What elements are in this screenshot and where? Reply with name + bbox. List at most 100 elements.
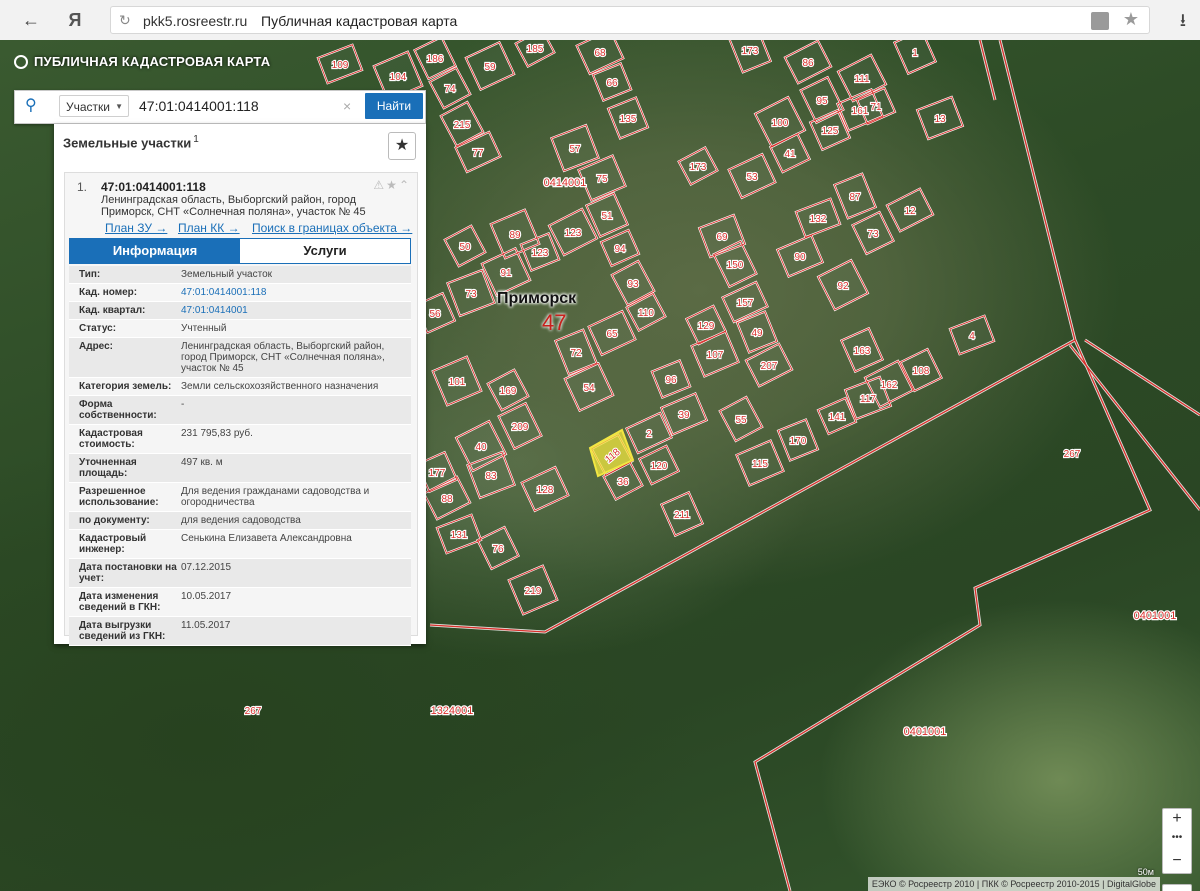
parcel-number-label: 101 (449, 377, 466, 388)
property-key: Форма собственности: (79, 399, 157, 421)
parcel-number-label: 161 (852, 106, 869, 117)
property-key: Дата выгрузки сведений из ГКН: (79, 620, 166, 642)
parcel-number-label: 87 (849, 192, 861, 203)
property-value[interactable]: 47:01:0414001 (181, 302, 411, 319)
parcel-number-label: 211 (674, 510, 690, 521)
parcel-number-label: 169 (500, 386, 517, 397)
tab-information[interactable]: Информация (70, 239, 240, 263)
parcel-number-label: 50 (459, 242, 471, 253)
parcel-number-label: 111 (854, 74, 870, 85)
results-count: 1 (193, 134, 199, 145)
property-row: Разрешенное использование: Для ведения гр… (69, 483, 411, 512)
region-label: 47 (542, 310, 567, 335)
parcel-number-label: 219 (525, 586, 542, 597)
properties-table: Тип: Земельный участок Кад. номер: 47:01:04… (69, 266, 411, 646)
parcel-number-label: 207 (761, 361, 778, 372)
property-row: Дата изменения сведений в ГКН: 10.05.2017 (69, 588, 411, 617)
result-cad-number[interactable]: 47:01:0414001:118 (101, 180, 206, 194)
bookmark-star-icon[interactable]: ★ (1123, 9, 1139, 30)
search-icon[interactable]: ⚲ (25, 98, 41, 114)
parcel-number-label: 72 (570, 348, 582, 359)
tab-services[interactable]: Услуги (240, 239, 410, 263)
find-button[interactable]: Найти (365, 93, 423, 119)
yandex-logo[interactable]: Я (62, 8, 88, 32)
search-bar: ⚲ Участки ▼ 47:01:0414001:118 × Найти (14, 90, 426, 124)
parcel-number-label: 55 (735, 415, 747, 426)
property-key: Адрес: (79, 341, 113, 352)
parcel-number-label: 90 (794, 252, 806, 263)
parcel-number-label: 170 (790, 436, 807, 447)
property-value: Ленинградская область, Выборгский район,… (181, 341, 385, 374)
property-key: Кадастровая стоимость: (79, 428, 143, 450)
parcel-number-label: 129 (698, 321, 715, 332)
category-select[interactable]: Участки ▼ (59, 95, 129, 117)
address-bar[interactable]: ↻ pkk5.rosreestr.ru Публичная кадастрова… (110, 6, 1150, 34)
parcel-number-label: 120 (651, 461, 668, 472)
property-value: для ведения садоводства (181, 515, 301, 526)
address-host: pkk5.rosreestr.ru (143, 13, 248, 29)
reload-icon[interactable]: ↻ (119, 12, 131, 29)
plan-zu-link[interactable]: План ЗУ → (105, 221, 167, 235)
app-title[interactable]: ПУБЛИЧНАЯ КАДАСТРОВАЯ КАРТА (14, 54, 270, 69)
property-key: Тип: (79, 269, 101, 280)
download-icon[interactable]: ⭳ (1180, 8, 1186, 38)
search-input[interactable]: 47:01:0414001:118 (139, 93, 349, 119)
property-row: по документу: для ведения садоводства (69, 512, 411, 530)
parcel-number-label: 69 (716, 232, 728, 243)
parcel-number-label: 51 (601, 211, 613, 222)
property-row: Статус: Учтенный (69, 320, 411, 338)
clear-icon[interactable]: × (343, 98, 351, 114)
rosreestr-logo-icon (14, 54, 28, 69)
property-key: Дата изменения сведений в ГКН: (79, 591, 161, 613)
property-row: Дата постановки на учет: 07.12.2015 (69, 559, 411, 588)
parcel-number-label: 157 (737, 298, 754, 309)
parcel-number-label: 53 (746, 172, 758, 183)
more-tools-button[interactable]: ••• (1162, 884, 1192, 891)
property-value[interactable]: 47:01:0414001:118 (181, 284, 411, 301)
card-action-icons[interactable]: ⚠★⌃ (373, 178, 411, 192)
parcel-number-label: 135 (620, 114, 637, 125)
parcel-number-label: 110 (638, 308, 654, 319)
search-in-bounds-link[interactable]: Поиск в границах объекта → (252, 221, 412, 235)
parcel-number-label: 215 (454, 120, 471, 131)
property-row: Кад. номер: 47:01:0414001:118 (69, 284, 411, 302)
favorites-star-button[interactable]: ★ (388, 132, 416, 160)
property-value: 497 кв. м (181, 457, 223, 468)
property-row: Категория земель: Земли сельскохозяйствен… (69, 378, 411, 396)
parcel-number-label: 40 (475, 442, 487, 453)
parcel-number-label: 125 (822, 126, 839, 137)
zoom-control: + ••• − (1162, 808, 1192, 874)
parcel-number-label: 77 (472, 148, 484, 159)
scale-label: 50м (1137, 867, 1154, 877)
property-row: Форма собственности: - (69, 396, 411, 425)
property-row: Кадастровая стоимость: 231 795,83 руб. (69, 425, 411, 454)
zoom-out-button[interactable]: − (1163, 851, 1191, 871)
result-address: Ленинградская область, Выборгский район,… (101, 194, 366, 218)
parcel-number-label: 88 (441, 494, 453, 505)
browser-toolbar: ← Я ↻ pkk5.rosreestr.ru Публичная кадаст… (0, 0, 1200, 41)
property-row: Кадастровый инженер: Сенькина Елизавета А… (69, 530, 411, 559)
property-key: Категория земель: (79, 381, 172, 392)
parcel-number-label: 12 (904, 206, 916, 217)
parcel-number-label: 54 (583, 383, 595, 394)
back-arrow-icon[interactable]: ← (18, 8, 44, 32)
property-value: - (181, 399, 185, 410)
parcel-number-label: 95 (816, 96, 828, 107)
zoom-in-button[interactable]: + (1163, 809, 1191, 829)
property-value: 231 795,83 руб. (181, 428, 253, 439)
parcel-number-label: 107 (707, 350, 724, 361)
category-select-value: Участки (66, 100, 110, 114)
reader-mode-icon[interactable] (1091, 12, 1109, 30)
parcel-number-label: 173 (742, 46, 759, 57)
parcel-number-label: 104 (390, 72, 407, 83)
parcel-number-label: 131 (451, 530, 468, 541)
parcel-number-label: 209 (512, 422, 529, 433)
parcel-number-label: 65 (606, 329, 618, 340)
parcel-number-label: 163 (854, 346, 871, 357)
parcel-number-label: 117 (860, 394, 876, 405)
browser-page-title: Публичная кадастровая карта (261, 13, 458, 29)
property-key: по документу: (79, 515, 150, 526)
plan-kk-link[interactable]: План КК → (178, 221, 240, 235)
property-key: Кадастровый инженер: (79, 533, 147, 555)
parcel-number-label: 73 (465, 289, 477, 300)
